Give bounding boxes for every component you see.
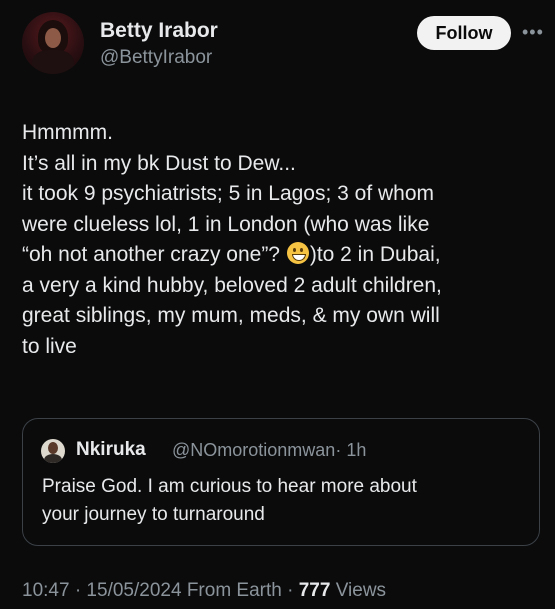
tweet-line: to live [22,334,77,358]
quoted-line: Praise God. I am curious to hear more ab… [42,476,417,497]
tweet-line-part: )to 2 in Dubai, [309,243,441,266]
tweet-line: it took 9 psychiatrists; 5 in Lagos; 3 o… [22,182,435,205]
more-horizontal-icon[interactable]: ••• [522,22,544,43]
quoted-time: · 1h [335,440,367,460]
tweet-date: · 15/05/2024 [74,580,182,601]
quoted-author-name[interactable]: Nkiruka [76,439,146,461]
quoted-line: your journey to turnaround [42,504,265,525]
author-handle[interactable]: @BettyIrabor [100,47,212,69]
tweet-text: Hmmmm. It’s all in my bk Dust to Dew... … [22,118,542,362]
grinning-face-emoji [286,242,309,264]
quoted-author-handle[interactable]: @NOmorotionmwan [172,440,335,460]
author-name[interactable]: Betty Irabor [100,19,218,43]
tweet-line: a very a kind hubby, beloved 2 adult chi… [22,273,442,297]
views-count[interactable]: 777 [299,580,331,601]
tweet-line: great siblings, my mum, meds, & my own w… [22,304,440,327]
quoted-author-meta: @NOmorotionmwan· 1h [172,440,366,461]
quoted-tweet-card[interactable]: Nkiruka @NOmorotionmwan· 1h Praise God. … [22,418,540,546]
views-label: Views [335,580,387,601]
tweet-time: 10:47 [22,580,70,601]
tweet-line-with-emoji: “oh not another crazy one”? )to 2 in Dub… [22,240,542,271]
quoted-tweet-text: Praise God. I am curious to hear more ab… [42,473,522,529]
tweet-header: Betty Irabor @BettyIrabor Follow ••• [22,12,544,78]
tweet-line: Hmmmm. [22,121,113,144]
tweet-line: were clueless lol, 1 in London (who was … [22,212,430,236]
author-avatar[interactable] [22,12,84,74]
tweet-source: From Earth · [186,580,294,601]
tweet-footer: 10:47 · 15/05/2024 From Earth · 777 View… [22,580,386,602]
quoted-author-avatar[interactable] [41,439,65,463]
follow-button[interactable]: Follow [417,16,511,50]
tweet-line-part: “oh not another crazy one”? [22,243,286,266]
tweet-line: It’s all in my bk Dust to Dew... [22,151,296,175]
